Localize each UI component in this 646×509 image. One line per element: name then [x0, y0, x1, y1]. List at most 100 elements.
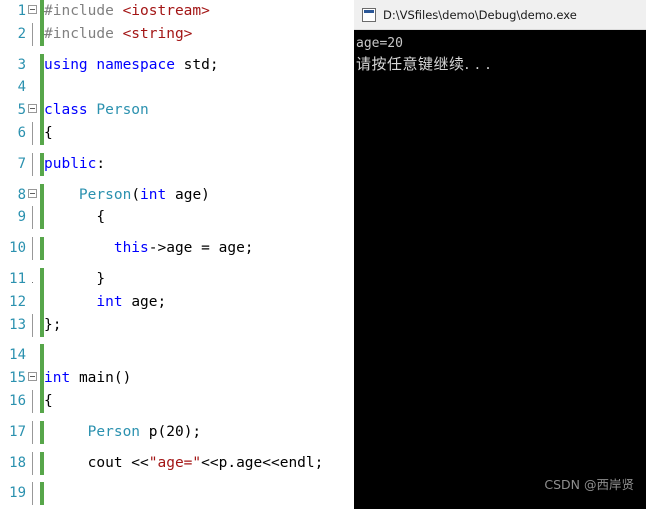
code-line: 2 #include <string>: [0, 22, 354, 54]
change-indicator-bar: [39, 99, 44, 123]
code-text[interactable]: cout <<"age="<<p.age<<endl;: [44, 452, 354, 483]
line-number: 15: [9, 370, 26, 387]
code-line: 4: [0, 76, 354, 100]
code-line: 13};: [0, 313, 354, 345]
code-line: 11 }: [0, 267, 354, 291]
code-line: 17 Person p(20);: [0, 420, 354, 452]
code-line: 9 {: [0, 206, 354, 237]
code-text[interactable]: using namespace std;: [44, 54, 354, 77]
fold-gutter-glyph: [26, 389, 39, 421]
collapse-box-icon[interactable]: [28, 188, 37, 198]
change-indicator-bar: [39, 367, 44, 391]
code-line: 15 int main(): [0, 367, 354, 391]
change-indicator-bar: [39, 451, 44, 483]
fold-gutter-glyph[interactable]: [26, 99, 39, 122]
change-indicator-bar: [39, 152, 44, 184]
code-text[interactable]: [44, 482, 354, 509]
line-number: 9: [17, 209, 26, 226]
line-number: 12: [9, 293, 26, 310]
line-number: 2: [17, 25, 26, 42]
code-text[interactable]: [44, 76, 354, 99]
code-text[interactable]: Person p(20);: [44, 421, 354, 452]
collapse-box-icon[interactable]: [28, 104, 37, 114]
fold-line-icon: [32, 152, 33, 176]
console-output-line: age=20: [356, 36, 403, 51]
fold-gutter-glyph[interactable]: [26, 367, 39, 390]
console-output-area[interactable]: age=20 请按任意键继续. . . CSDN @西岸贤: [354, 30, 646, 509]
line-number: 16: [9, 392, 26, 409]
change-indicator-bar: [39, 267, 44, 291]
console-titlebar[interactable]: D:\VSfiles\demo\Debug\demo.exe: [354, 0, 646, 30]
fold-gutter-glyph: [26, 482, 39, 509]
code-text[interactable]: }: [44, 268, 354, 291]
code-text[interactable]: this->age = age;: [44, 237, 354, 268]
console-title-text: D:\VSfiles\demo\Debug\demo.exe: [383, 7, 577, 22]
fold-gutter-glyph: [26, 344, 39, 367]
code-text[interactable]: };: [44, 314, 354, 345]
change-indicator-bar: [39, 0, 44, 23]
line-number: 3: [17, 56, 26, 73]
line-number: 13: [9, 316, 26, 333]
code-line: 7 public:: [0, 152, 354, 184]
fold-gutter-glyph[interactable]: [26, 184, 39, 207]
code-text[interactable]: {: [44, 122, 354, 153]
fold-gutter-glyph: [26, 54, 39, 77]
code-text[interactable]: #include <iostream>: [44, 0, 354, 23]
code-text[interactable]: #include <string>: [44, 23, 354, 54]
code-text[interactable]: int main(): [44, 367, 354, 390]
line-number: 7: [17, 155, 26, 172]
change-indicator-bar: [39, 206, 44, 237]
code-text[interactable]: {: [44, 206, 354, 237]
line-number: 1: [17, 3, 26, 19]
collapse-box-icon[interactable]: [28, 5, 37, 14]
fold-gutter-glyph: [26, 451, 39, 483]
console-output-line: 请按任意键继续. . .: [356, 55, 491, 73]
code-line: 5 class Person: [0, 99, 354, 123]
line-number: 8: [17, 186, 26, 203]
fold-line-icon: [32, 121, 33, 145]
console-app-icon: [362, 7, 376, 22]
fold-line-icon: [32, 237, 33, 261]
fold-line-icon: [32, 22, 33, 46]
fold-line-icon: [32, 482, 33, 506]
fold-gutter-glyph: [26, 268, 39, 291]
fold-line-icon: [32, 389, 33, 413]
line-number: 11: [9, 270, 26, 287]
fold-gutter-glyph: [26, 121, 39, 153]
fold-gutter-glyph: [26, 152, 39, 184]
change-indicator-bar: [39, 420, 44, 452]
code-text[interactable]: public:: [44, 153, 354, 184]
fold-gutter-glyph: [26, 291, 39, 314]
fold-line-icon: [32, 313, 33, 337]
line-number: 4: [17, 79, 26, 96]
code-text[interactable]: [44, 344, 354, 367]
code-line: 14: [0, 344, 354, 368]
fold-gutter-glyph: [26, 420, 39, 452]
fold-line-icon: [32, 420, 33, 444]
code-editor-pane[interactable]: 1 #include <iostream> 2 #include <string> 3 u…: [0, 0, 354, 509]
code-text[interactable]: class Person: [44, 99, 354, 122]
code-text[interactable]: Person(int age): [44, 184, 354, 207]
console-window[interactable]: D:\VSfiles\demo\Debug\demo.exe age=20 请按…: [354, 0, 646, 509]
fold-gutter-glyph[interactable]: [26, 0, 39, 23]
change-indicator-bar: [39, 313, 44, 345]
code-text[interactable]: {: [44, 390, 354, 421]
collapse-box-icon[interactable]: [28, 372, 37, 382]
change-indicator-bar: [39, 53, 44, 77]
code-line: 3 using namespace std;: [0, 53, 354, 77]
change-indicator-bar: [39, 237, 44, 268]
line-number: 6: [17, 124, 26, 141]
change-indicator-bar: [39, 22, 44, 54]
code-line: 6{: [0, 121, 354, 153]
change-indicator-bar: [39, 183, 44, 207]
code-line: 1 #include <iostream>: [0, 0, 354, 23]
code-line: 10 this->age = age;: [0, 237, 354, 268]
line-number: 10: [9, 240, 26, 257]
screenshot-root: 1 #include <iostream> 2 #include <string> 3 u…: [0, 0, 646, 509]
code-text[interactable]: int age;: [44, 291, 354, 314]
fold-gutter-glyph: [26, 313, 39, 345]
line-number: 18: [9, 454, 26, 471]
code-lines-table: 1 #include <iostream> 2 #include <string> 3 u…: [0, 0, 354, 509]
code-line: 18 cout <<"age="<<p.age<<endl;: [0, 451, 354, 483]
watermark-text: CSDN @西岸贤: [544, 477, 634, 492]
